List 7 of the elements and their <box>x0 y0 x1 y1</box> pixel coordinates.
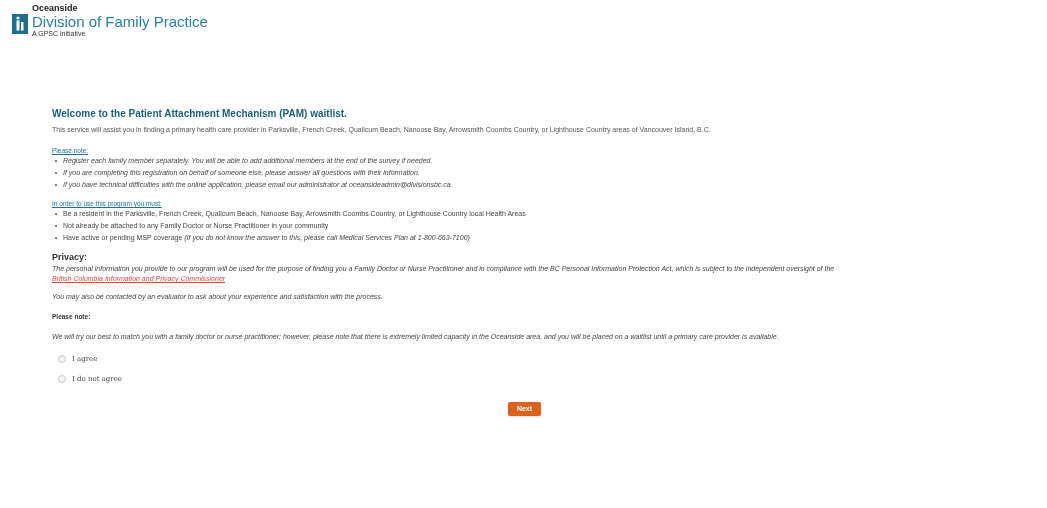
radio-button[interactable] <box>58 355 66 364</box>
org-name-small: Oceanside <box>32 4 79 13</box>
radio-button[interactable] <box>58 374 66 383</box>
privacy-heading: Privacy: <box>52 252 89 263</box>
org-name: Division of Family Practice <box>32 13 208 30</box>
page-title: Welcome to the Patient Attachment Mechanism (PAM) waitlist. <box>52 108 348 120</box>
logo-icon <box>12 14 28 34</box>
